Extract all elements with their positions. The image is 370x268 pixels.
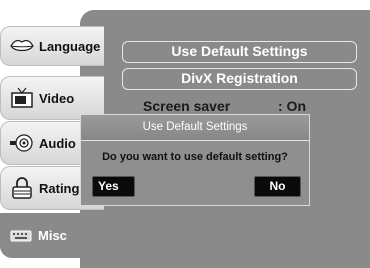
yes-button[interactable]: Yes: [92, 176, 135, 197]
tv-icon: [9, 87, 35, 109]
no-button[interactable]: No: [254, 176, 301, 197]
divx-registration-button[interactable]: DivX Registration: [122, 68, 357, 90]
confirm-dialog: Use Default Settings Do you want to use …: [80, 114, 310, 206]
screen-saver-value: : On: [278, 98, 306, 114]
dialog-message: Do you want to use default setting?: [102, 151, 288, 163]
keyboard-icon: [8, 225, 34, 247]
tab-label: Language: [39, 38, 101, 54]
lock-icon: [9, 177, 35, 199]
tab-language[interactable]: Language: [0, 26, 104, 66]
screen-saver-label: Screen saver: [143, 98, 231, 114]
dialog-title: Use Default Settings: [81, 115, 309, 141]
tab-label: Rating: [39, 180, 80, 196]
speaker-icon: [9, 132, 35, 154]
tab-label: Video: [39, 90, 75, 106]
tab-label: Audio: [39, 135, 76, 151]
tab-misc[interactable]: Misc: [0, 213, 110, 258]
use-default-settings-button[interactable]: Use Default Settings: [122, 41, 357, 63]
tab-label: Misc: [38, 228, 67, 243]
lips-icon: [9, 35, 35, 57]
